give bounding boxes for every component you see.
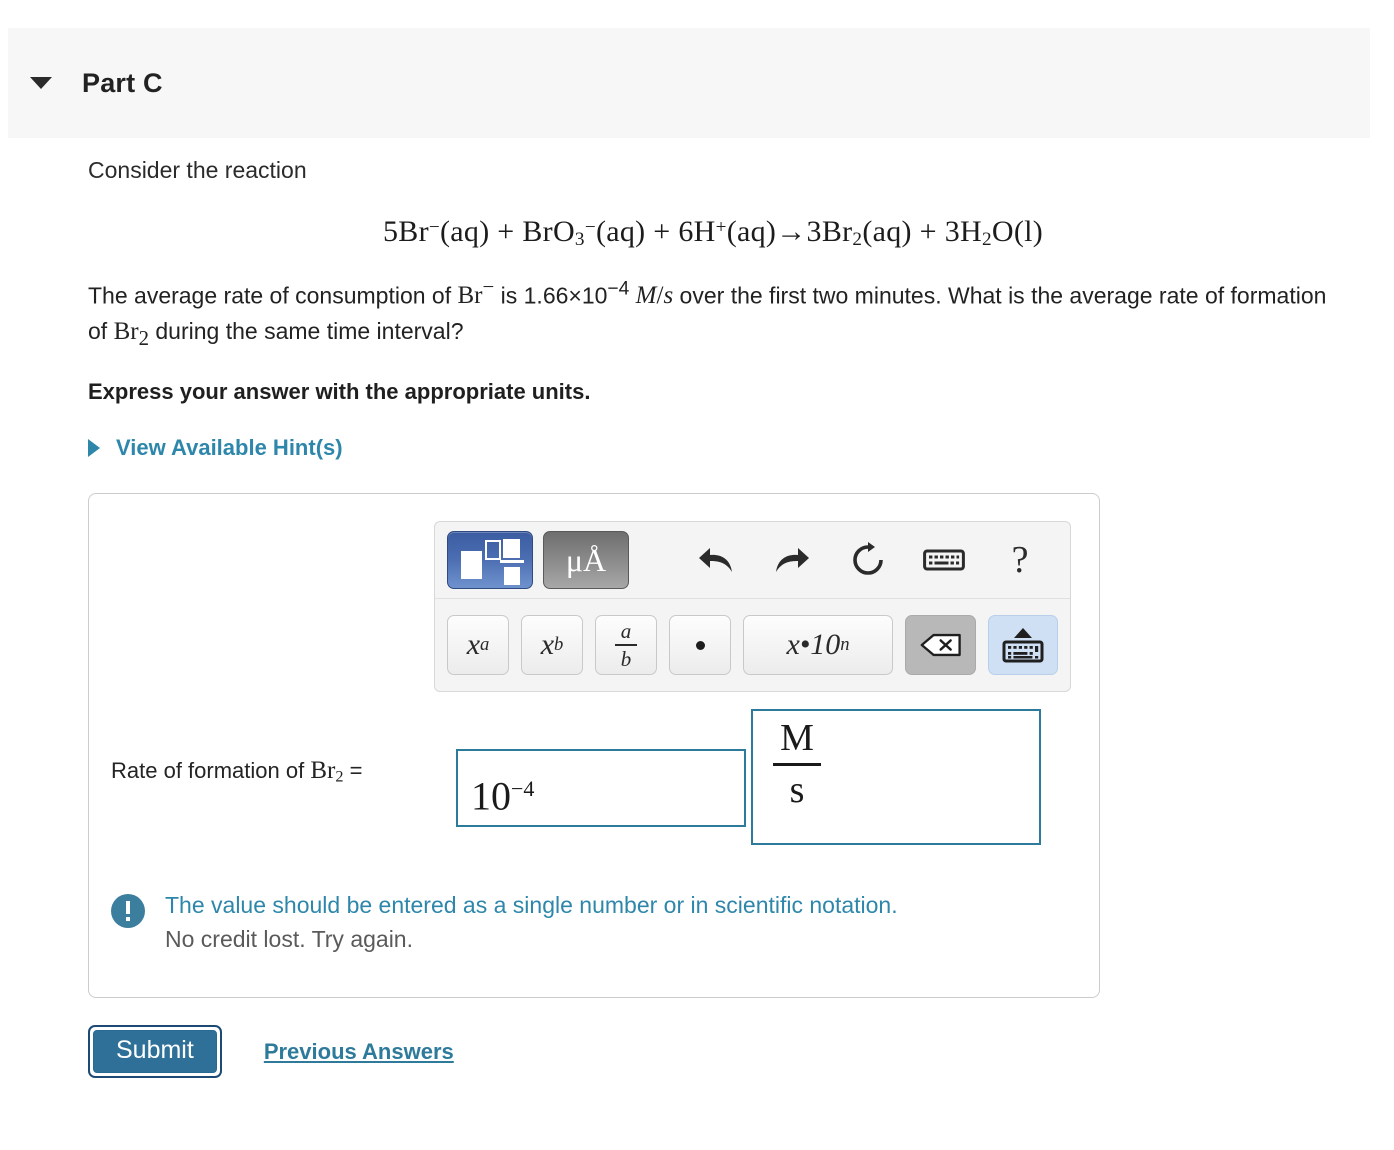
question-mark-icon: ? xyxy=(1011,539,1029,581)
keyboard-up-icon xyxy=(1002,628,1044,663)
undo-arrow-icon xyxy=(699,548,732,572)
triangle-down-icon[interactable] xyxy=(30,77,52,89)
question-body-text-4: during the same time interval? xyxy=(149,317,464,344)
submit-button[interactable]: Submit xyxy=(88,1025,222,1078)
equation-product-bromine: 3Br2(aq) xyxy=(806,214,912,250)
alert-exclamation-icon xyxy=(111,894,145,928)
feedback-message: The value should be entered as a single … xyxy=(111,889,1071,957)
chemical-equation: 5Br−(aq) + BrO3−(aq) + 6H+(aq)→3Br2(aq) … xyxy=(88,215,1338,251)
backspace-icon xyxy=(920,633,961,657)
undo-button[interactable] xyxy=(685,531,747,589)
equation-reactant-bromide: 5Br−(aq) xyxy=(382,214,490,248)
refresh-circle-icon xyxy=(853,542,883,575)
question-body-text-1: The average rate of consumption of xyxy=(88,282,458,309)
equation-reactant-bromate: BrO3−(aq) xyxy=(522,214,646,250)
scientific-notation-button[interactable]: x•10 n xyxy=(743,615,893,675)
page-title: Part C xyxy=(82,67,163,98)
math-template-icon xyxy=(461,551,482,579)
help-button[interactable]: ? xyxy=(989,531,1051,589)
view-hints-link[interactable]: View Available Hint(s) xyxy=(88,435,1338,461)
answer-input-row: Rate of formation of Br2 = 10−4 M s xyxy=(111,709,1081,845)
equation-plus-3: + xyxy=(919,214,937,248)
part-header-band: Part C xyxy=(8,28,1370,138)
toggle-keyboard-button[interactable] xyxy=(988,615,1058,675)
question-body: The average rate of consumption of Br− i… xyxy=(88,273,1338,353)
question-content: Consider the reaction 5Br−(aq) + BrO3−(a… xyxy=(88,155,1338,461)
species-bromide: Br− xyxy=(457,274,495,310)
label-species-bromine: Br2 xyxy=(310,757,344,786)
redo-button[interactable] xyxy=(761,531,823,589)
units-fraction-bar xyxy=(773,762,821,766)
feedback-line-1: The value should be entered as a single … xyxy=(165,892,898,918)
triangle-right-icon xyxy=(88,439,100,458)
fraction-bar-icon xyxy=(615,644,637,646)
equation-plus-1: + xyxy=(497,214,515,248)
multiplication-dot-button[interactable] xyxy=(669,615,731,675)
previous-answers-link[interactable]: Previous Answers xyxy=(264,1039,454,1065)
equation-reactant-proton: 6H+(aq) xyxy=(678,214,777,248)
math-toolbar-row-1: μÅ ? xyxy=(435,522,1070,599)
math-toolbar-row-2: xa xb a b x•10 n xyxy=(435,599,1070,691)
answer-panel: μÅ ? x a x b a b x•10 n Rate of formatio… xyxy=(88,493,1100,998)
units-palette-button[interactable]: μÅ xyxy=(543,531,629,589)
question-body-text-2: is 1.66×10 xyxy=(494,282,608,309)
fraction-button[interactable]: a b xyxy=(595,615,657,675)
redo-arrow-icon xyxy=(776,548,809,572)
rate-units-inline: M/s xyxy=(635,282,674,310)
backspace-button[interactable] xyxy=(905,615,977,675)
mu-angstrom-icon: μÅ xyxy=(565,542,607,578)
units-denominator: s xyxy=(789,768,805,811)
feedback-line-2: No credit lost. Try again. xyxy=(165,925,413,952)
equation-arrow: → xyxy=(776,214,807,248)
reset-button[interactable] xyxy=(837,531,899,589)
question-body-exponent: −4 xyxy=(607,278,630,300)
equation-product-water: 3H2O(l) xyxy=(944,214,1044,250)
express-instruction: Express your answer with the appropriate… xyxy=(88,379,591,405)
answer-units-input[interactable]: M s xyxy=(751,709,1041,845)
keyboard-icon xyxy=(923,549,965,571)
units-fraction: M s xyxy=(773,717,821,811)
answer-value-input[interactable]: 10−4 xyxy=(456,749,746,827)
dot-icon xyxy=(695,640,705,650)
superscript-button[interactable]: xa xyxy=(447,615,509,675)
submit-button-label: Submit xyxy=(93,1030,217,1073)
units-numerator: M xyxy=(780,717,814,759)
math-toolbar: μÅ ? x a x b a b x•10 n xyxy=(434,521,1071,692)
answer-label: Rate of formation of Br2 = xyxy=(111,757,363,786)
keyboard-shortcuts-button[interactable] xyxy=(913,531,975,589)
action-row: Submit Previous Answers xyxy=(88,1025,454,1078)
species-bromine: Br2 xyxy=(113,317,149,350)
answer-value-content: 10−4 xyxy=(471,773,535,819)
view-hints-label: View Available Hint(s) xyxy=(116,435,343,461)
template-palette-button[interactable] xyxy=(447,531,533,589)
equation-plus-2: + xyxy=(653,214,671,248)
question-intro: Consider the reaction xyxy=(88,157,307,183)
subscript-button[interactable]: xb xyxy=(521,615,583,675)
